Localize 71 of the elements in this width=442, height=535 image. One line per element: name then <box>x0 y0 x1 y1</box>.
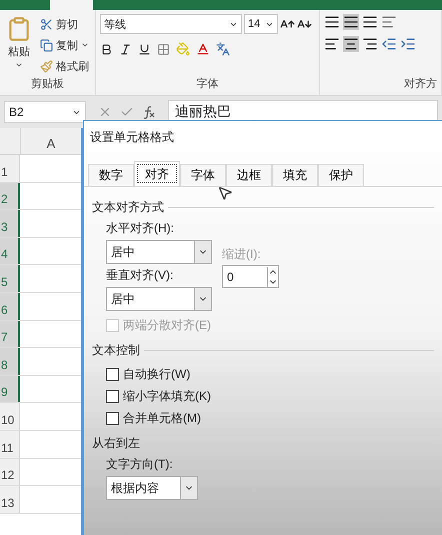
align-left-icon[interactable] <box>324 36 340 52</box>
bold-icon[interactable] <box>100 42 113 56</box>
checkbox-label: 缩小字体填充(K) <box>123 388 211 404</box>
checkbox[interactable] <box>106 412 119 424</box>
caret-icon <box>15 61 23 69</box>
font-size-field[interactable]: 14 <box>244 14 278 34</box>
align-right-icon[interactable] <box>362 36 378 52</box>
dialog-title: 设置单元格格式 <box>89 129 175 146</box>
field-label: 文字方向(T): <box>106 456 174 473</box>
row-header[interactable]: 2 <box>0 182 20 210</box>
row-header[interactable]: 7 <box>0 320 20 348</box>
row-header[interactable]: 9 <box>0 376 20 402</box>
field-label: 缩进(I): <box>222 246 262 263</box>
row-header[interactable]: 5 <box>0 265 20 292</box>
row-header[interactable]: 1 <box>0 155 20 182</box>
function-icon[interactable] <box>142 105 156 119</box>
tab[interactable]: 数字 <box>88 164 134 186</box>
tab[interactable]: 填充 <box>272 164 318 186</box>
checkbox-label: 合并单元格(M) <box>123 410 201 426</box>
increase-indent-icon[interactable] <box>400 36 416 52</box>
align-center-icon[interactable] <box>343 36 359 52</box>
row-header[interactable]: 6 <box>0 292 20 320</box>
italic-icon[interactable] <box>119 42 132 56</box>
underline-icon[interactable] <box>138 42 151 56</box>
align-bottom-icon[interactable] <box>362 14 378 30</box>
align-middle-icon[interactable] <box>343 14 359 30</box>
align-top-icon[interactable] <box>324 14 340 30</box>
field-label: 水平对齐(H): <box>106 220 175 237</box>
paste-button[interactable]: 粘贴 <box>4 14 34 76</box>
borders-icon[interactable] <box>157 42 170 56</box>
row-header[interactable]: 11 <box>0 430 20 458</box>
format-painter-button[interactable]: 格式刷 <box>38 56 91 76</box>
section-heading: 从右到左 <box>92 435 140 452</box>
row-header[interactable]: 4 <box>0 238 20 264</box>
section-heading: 文本对齐方式 <box>92 199 164 216</box>
tab[interactable]: 边框 <box>226 164 272 186</box>
text-direction-dropdown[interactable]: 根据内容 <box>106 476 198 500</box>
horizontal-align-dropdown[interactable]: 居中 <box>106 240 212 264</box>
caret-icon <box>81 41 89 49</box>
row-header[interactable]: 10 <box>0 403 20 430</box>
orientation-icon[interactable] <box>381 14 397 30</box>
font-name-field[interactable]: 等线 <box>100 14 242 34</box>
scissors-icon <box>40 18 53 30</box>
tab[interactable]: 字体 <box>180 164 226 186</box>
cut-button[interactable]: 剪切 <box>38 14 91 34</box>
vertical-align-dropdown[interactable]: 居中 <box>106 287 212 311</box>
row-header[interactable]: 13 <box>0 486 20 513</box>
row-header[interactable]: 8 <box>0 348 20 375</box>
row-header[interactable]: 3 <box>0 210 20 237</box>
decrease-indent-icon[interactable] <box>381 36 397 52</box>
tab[interactable]: 保护 <box>318 164 364 186</box>
fill-color-icon[interactable] <box>176 42 190 56</box>
name-box[interactable]: B2 <box>4 101 86 123</box>
checkbox[interactable] <box>106 390 119 402</box>
checkbox-label: 两端分散对齐(E) <box>123 316 211 334</box>
copy-button[interactable]: 复制 <box>38 35 91 55</box>
group-label: 对齐方 <box>403 76 437 92</box>
tab[interactable]: 对齐 <box>134 161 180 186</box>
phonetic-icon[interactable] <box>216 42 230 56</box>
checkbox-label: 自动换行(W) <box>123 366 190 382</box>
field-label: 垂直对齐(V): <box>106 267 174 284</box>
indent-spinner[interactable]: 0 <box>222 265 279 288</box>
group-label: 剪贴板 <box>30 76 65 92</box>
section-heading: 文本控制 <box>92 342 140 359</box>
font-color-icon[interactable] <box>196 42 210 56</box>
checkbox[interactable] <box>106 368 119 380</box>
copy-icon <box>40 38 53 52</box>
group-label: 字体 <box>196 76 220 92</box>
row-header[interactable]: 12 <box>0 458 20 486</box>
paintbrush-icon <box>40 60 53 72</box>
cursor-icon <box>217 185 233 201</box>
